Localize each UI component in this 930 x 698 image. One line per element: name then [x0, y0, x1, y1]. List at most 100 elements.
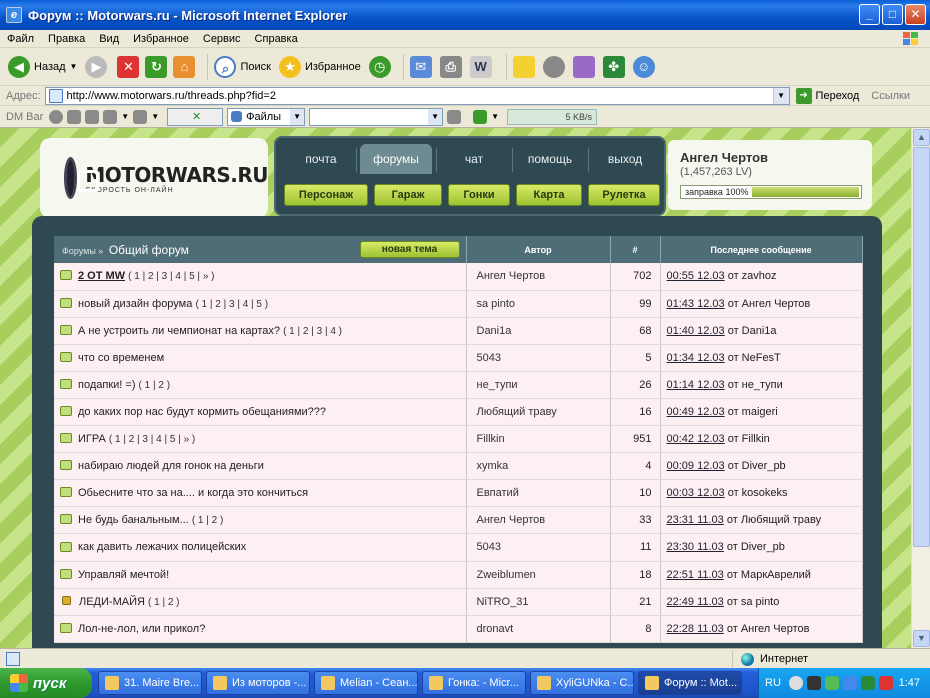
- last-post-link[interactable]: 23:30 11.03: [667, 541, 724, 553]
- nav-tab-exit[interactable]: выход: [592, 144, 658, 174]
- last-post-link[interactable]: 01:40 12.03: [667, 325, 725, 337]
- thread-pages[interactable]: ( 1 | 2 | 3 | 4 | 5 | » ): [128, 271, 214, 282]
- thread-author[interactable]: 5043: [466, 533, 611, 562]
- history-icon[interactable]: ◷: [368, 55, 391, 78]
- last-post-link[interactable]: 01:43 12.03: [667, 298, 725, 310]
- thread-title-link[interactable]: Не будь банальным...: [78, 514, 189, 526]
- thread-title-link[interactable]: новый дизайн форума: [78, 298, 192, 310]
- taskbar-item[interactable]: Melian - Сеан...: [314, 671, 418, 695]
- dm-dropdown-icon[interactable]: ▼: [121, 112, 129, 121]
- last-post-link[interactable]: 22:28 11.03: [667, 623, 724, 635]
- last-post-link[interactable]: 22:51 11.03: [667, 569, 724, 581]
- taskbar-item[interactable]: Из моторов -...: [206, 671, 310, 695]
- nav-tab-mail[interactable]: почта: [290, 144, 352, 174]
- last-post-link[interactable]: 00:49 12.03: [667, 406, 725, 418]
- nav-tab-forums[interactable]: форумы: [360, 144, 432, 174]
- menu-favorites[interactable]: Избранное: [126, 33, 196, 45]
- tray-network-icon[interactable]: [806, 676, 821, 690]
- dm-download-dropdown-icon[interactable]: ▼: [491, 112, 499, 121]
- menu-edit[interactable]: Правка: [41, 33, 92, 45]
- links-button[interactable]: Ссылки: [871, 90, 910, 102]
- stop-icon[interactable]: ✕: [117, 55, 140, 78]
- thread-pages[interactable]: ( 1 | 2 ): [192, 515, 224, 526]
- address-dropdown-icon[interactable]: ▼: [772, 87, 789, 104]
- refresh-icon[interactable]: ↻: [145, 55, 168, 78]
- back-button[interactable]: ◀ Назад ▼: [8, 55, 78, 78]
- dm-settings-dropdown-icon[interactable]: ▼: [151, 112, 159, 121]
- menu-file[interactable]: Файл: [0, 33, 41, 45]
- character-button[interactable]: Персонаж: [284, 184, 368, 206]
- thread-author[interactable]: Dani1a: [466, 317, 611, 345]
- edit-icon[interactable]: W: [469, 55, 492, 78]
- start-button[interactable]: пуск: [0, 668, 92, 698]
- races-button[interactable]: Гонки: [448, 184, 510, 206]
- garage-button[interactable]: Гараж: [374, 184, 442, 206]
- user-name[interactable]: Ангел Чертов: [680, 150, 860, 165]
- thread-pages[interactable]: ( 1 | 2 | 3 | 4 | 5 ): [195, 299, 268, 310]
- thread-author[interactable]: не_тупи: [466, 371, 611, 399]
- thread-pages[interactable]: ( 1 | 2 | 3 | 4 ): [283, 326, 342, 337]
- thread-author[interactable]: Евпатий: [466, 479, 611, 508]
- nav-tab-help[interactable]: помощь: [516, 144, 584, 174]
- thread-pages[interactable]: ( 1 | 2 | 3 | 4 | 5 | » ): [109, 434, 195, 445]
- tray-clover-icon[interactable]: [860, 676, 875, 690]
- thread-author[interactable]: Ангел Чертов: [466, 506, 611, 535]
- thread-author[interactable]: xymka: [466, 452, 611, 481]
- favorites-button[interactable]: ★ Избранное: [278, 55, 361, 78]
- address-input[interactable]: http://www.motorwars.ru/threads.php?fid=…: [44, 86, 790, 105]
- map-button[interactable]: Карта: [516, 184, 582, 206]
- taskbar-item[interactable]: XyliGUNka - C...: [530, 671, 634, 695]
- thread-author[interactable]: Fillkin: [466, 425, 611, 454]
- last-post-link[interactable]: 00:55 12.03: [667, 270, 725, 282]
- taskbar-item[interactable]: 31. Maire Bre...: [98, 671, 202, 695]
- last-post-link[interactable]: 00:42 12.03: [667, 433, 725, 445]
- thread-title-link[interactable]: набираю людей для гонок на деньги: [78, 460, 264, 472]
- window-title-bar[interactable]: e Форум :: Motorwars.ru - Microsoft Inte…: [0, 0, 930, 30]
- users-icon[interactable]: ☺: [632, 55, 655, 78]
- new-topic-button[interactable]: новая тема: [359, 241, 460, 258]
- last-post-link[interactable]: 01:34 12.03: [667, 352, 725, 364]
- home-icon[interactable]: ⌂: [173, 55, 196, 78]
- thread-pages[interactable]: ( 1 | 2 ): [139, 380, 171, 391]
- tray-shield-icon[interactable]: [842, 676, 857, 690]
- thread-title-link[interactable]: что со временем: [78, 352, 164, 364]
- last-post-link[interactable]: 00:09 12.03: [667, 460, 725, 472]
- last-post-link[interactable]: 22:49 11.03: [667, 596, 724, 608]
- thread-title-link[interactable]: 2 ОТ MW: [78, 270, 125, 282]
- last-post-link[interactable]: 23:31 11.03: [667, 514, 724, 526]
- taskbar-item-active[interactable]: Форум :: Mot...: [638, 671, 742, 695]
- thread-author[interactable]: dronavt: [466, 615, 611, 643]
- dm-search-input[interactable]: ▼: [309, 107, 444, 126]
- dm-status-box[interactable]: ✕: [167, 107, 224, 126]
- dm-settings-icon[interactable]: [133, 109, 148, 124]
- thread-title-link[interactable]: Управляй мечтой!: [78, 569, 169, 581]
- thread-title-link[interactable]: ЛЕДИ-МАЙЯ: [79, 596, 145, 608]
- mail-icon[interactable]: ✉: [409, 55, 432, 78]
- messenger-icon[interactable]: [572, 55, 595, 78]
- dm-copy-icon[interactable]: [85, 109, 100, 124]
- back-dropdown-icon[interactable]: ▼: [70, 62, 78, 71]
- tray-clock-icon[interactable]: [788, 676, 803, 690]
- vertical-scrollbar[interactable]: ▲ ▼: [911, 128, 930, 648]
- scroll-down-icon[interactable]: ▼: [913, 630, 930, 647]
- shield-icon[interactable]: [542, 55, 565, 78]
- minimize-button[interactable]: _: [859, 4, 880, 25]
- clock[interactable]: 1:47: [899, 677, 920, 689]
- maximize-button[interactable]: □: [882, 4, 903, 25]
- tray-antivirus-icon[interactable]: [878, 676, 893, 690]
- menu-tools[interactable]: Сервис: [196, 33, 248, 45]
- note-icon[interactable]: [512, 55, 535, 78]
- roulette-button[interactable]: Рулетка: [588, 184, 660, 206]
- site-logo[interactable]: MOTORWARS.RU скорость он-лайн: [40, 138, 268, 218]
- dm-search-icon[interactable]: [447, 109, 462, 124]
- tray-app-icon[interactable]: [824, 676, 839, 690]
- thread-pages[interactable]: ( 1 | 2 ): [148, 597, 180, 608]
- close-button[interactable]: ✕: [905, 4, 926, 25]
- dm-download-icon[interactable]: [473, 109, 488, 124]
- menu-view[interactable]: Вид: [92, 33, 126, 45]
- dm-search-dropdown-icon[interactable]: ▼: [428, 108, 443, 125]
- go-button[interactable]: ➜ Переход: [795, 87, 859, 104]
- last-post-link[interactable]: 00:03 12.03: [667, 487, 725, 499]
- dm-globe-icon[interactable]: [49, 109, 64, 124]
- thread-author[interactable]: Любящий траву: [466, 398, 611, 427]
